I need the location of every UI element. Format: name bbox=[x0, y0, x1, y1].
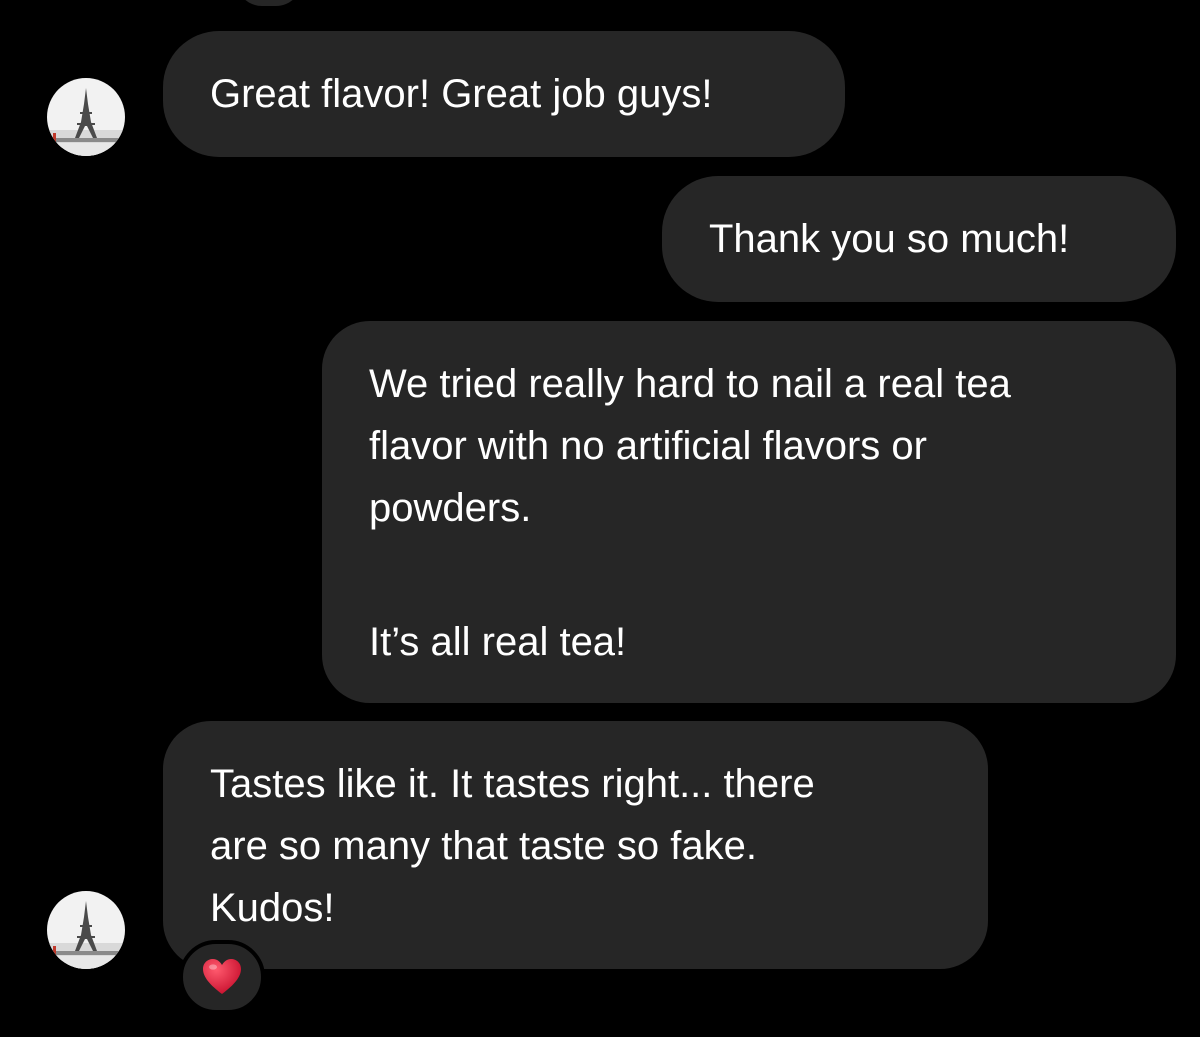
eiffel-tower-avatar-image bbox=[47, 78, 125, 156]
message-text: are so many that taste so fake. bbox=[210, 824, 757, 868]
message-text: We tried really hard to nail a real tea bbox=[369, 362, 1011, 406]
message-text: It’s all real tea! bbox=[369, 620, 627, 664]
message-text: powders. bbox=[369, 486, 532, 530]
received-message-bubble[interactable]: Great flavor! Great job guys! bbox=[163, 31, 845, 157]
sender-avatar[interactable] bbox=[47, 891, 125, 969]
message-text: Great flavor! Great job guys! bbox=[210, 72, 713, 116]
received-message-bubble[interactable]: Tastes like it. It tastes right... there… bbox=[163, 721, 988, 969]
eiffel-tower-avatar-image bbox=[47, 891, 125, 969]
message-text: Tastes like it. It tastes right... there bbox=[210, 762, 815, 806]
heart-icon bbox=[203, 959, 241, 994]
sender-avatar[interactable] bbox=[47, 78, 125, 156]
previous-message-bubble-fragment bbox=[236, 0, 302, 6]
sent-message-bubble[interactable]: We tried really hard to nail a real tea … bbox=[322, 321, 1176, 703]
sent-message-bubble[interactable]: Thank you so much! bbox=[662, 176, 1176, 302]
message-reaction[interactable] bbox=[179, 940, 265, 1014]
message-text: Thank you so much! bbox=[709, 217, 1070, 261]
message-text: Kudos! bbox=[210, 886, 335, 930]
message-text: flavor with no artificial flavors or bbox=[369, 424, 927, 468]
paragraph-break bbox=[369, 539, 1176, 611]
